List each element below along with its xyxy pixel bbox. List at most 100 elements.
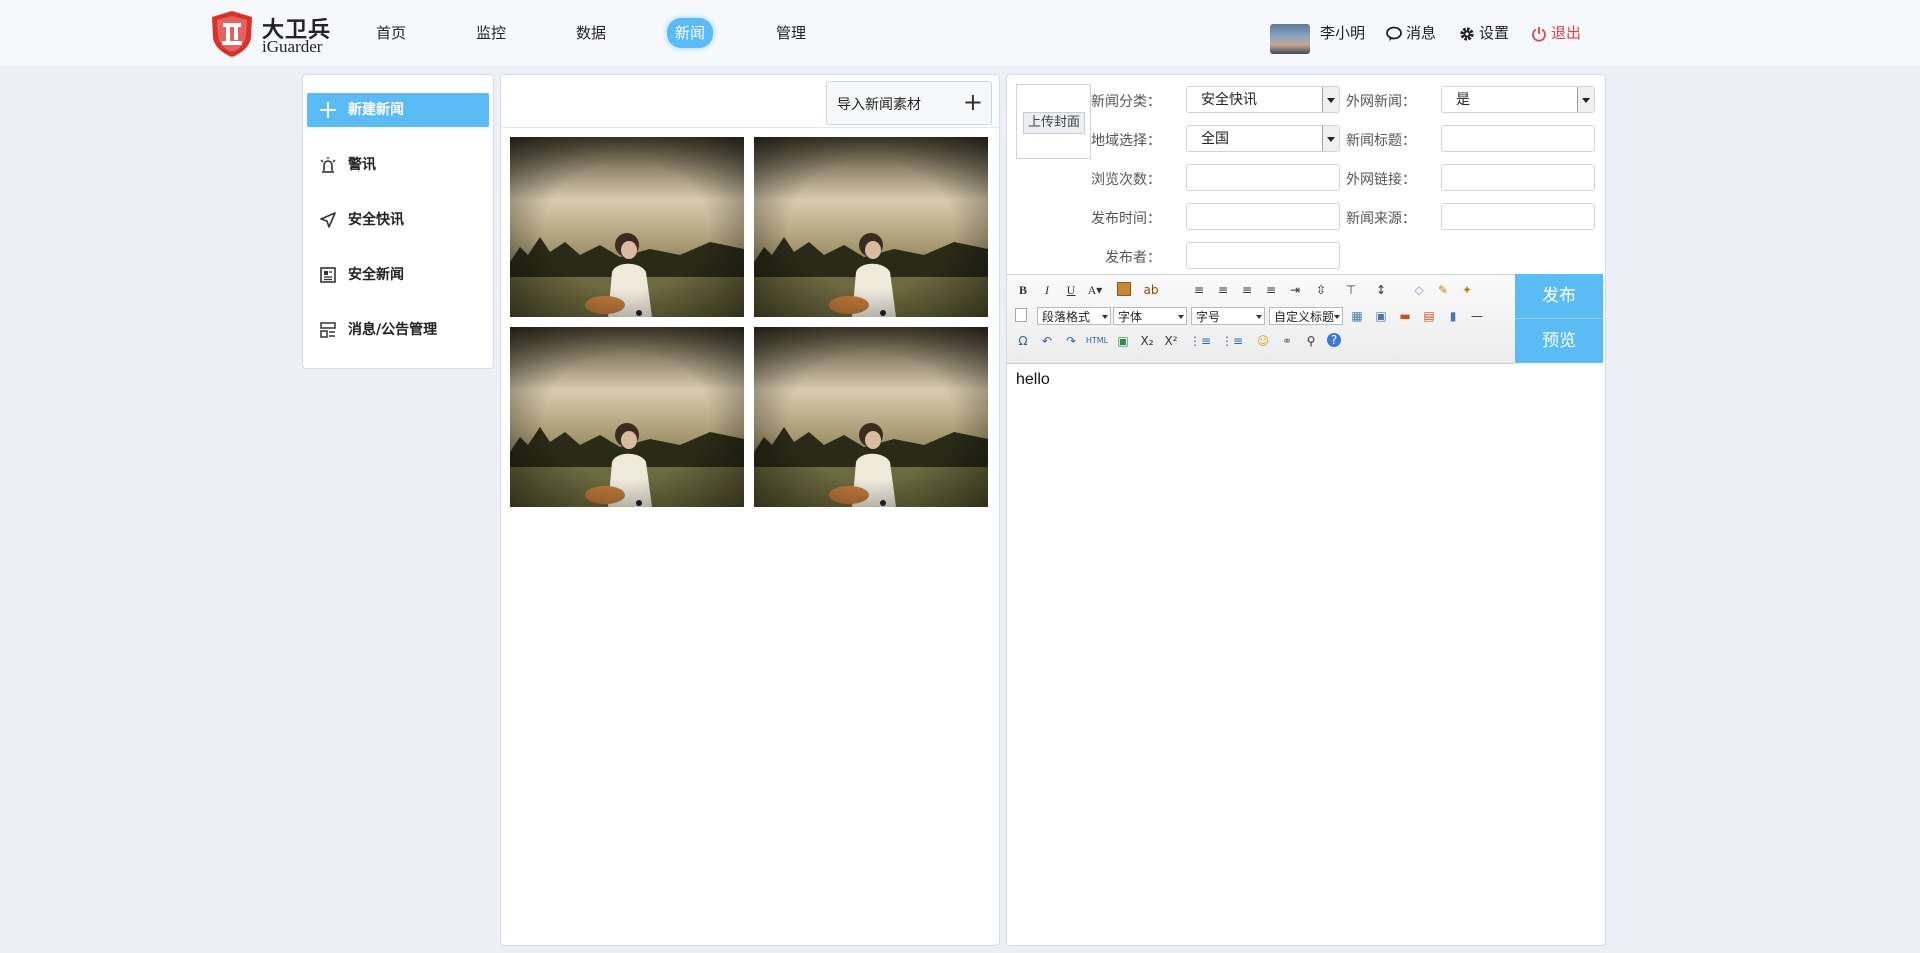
redo-icon[interactable]: ↷ bbox=[1063, 333, 1079, 349]
settings-link[interactable]: 设置 bbox=[1459, 22, 1509, 43]
custom-title-select[interactable]: 自定义标题 bbox=[1269, 307, 1343, 325]
line-height-icon[interactable]: ↕ bbox=[1373, 282, 1389, 298]
top-navigation-bar: 大卫兵 iGuarder 首页 监控 数据 新闻 管理 李小明 消息 设置 退出 bbox=[0, 0, 1920, 66]
publish-button[interactable]: 发布 bbox=[1515, 274, 1603, 319]
chat-bubble-icon bbox=[1386, 26, 1402, 41]
nav-manage[interactable]: 管理 bbox=[776, 20, 806, 46]
vertical-align-icon[interactable]: ⊤ bbox=[1343, 282, 1359, 298]
category-select[interactable]: 安全快讯 bbox=[1186, 86, 1340, 113]
align-right-icon[interactable]: ≡ bbox=[1215, 282, 1231, 298]
import-news-material-button[interactable]: 导入新闻素材 + bbox=[826, 81, 992, 125]
category-value: 安全快讯 bbox=[1201, 92, 1257, 108]
publish-time-input[interactable] bbox=[1186, 203, 1340, 230]
plus-icon: + bbox=[962, 88, 983, 116]
font-family-select[interactable]: 字体 bbox=[1113, 307, 1187, 325]
align-justify-icon[interactable]: ≡ bbox=[1263, 282, 1279, 298]
paragraph-spacing-icon[interactable]: ⇳ bbox=[1313, 282, 1329, 298]
video-icon[interactable]: ▮ bbox=[1445, 308, 1461, 324]
view-count-input[interactable] bbox=[1186, 164, 1340, 191]
siren-icon bbox=[320, 157, 336, 173]
sidebar-item-label: 新建新闻 bbox=[348, 102, 404, 118]
underline-icon[interactable]: U bbox=[1063, 282, 1079, 298]
horizontal-rule-icon[interactable]: — bbox=[1469, 308, 1485, 324]
format-painter-icon[interactable]: ab bbox=[1143, 282, 1159, 298]
sidebar-item-label: 安全快讯 bbox=[348, 212, 404, 228]
insert-file-icon[interactable]: ▣ bbox=[1115, 333, 1131, 349]
sidebar-item-label: 警讯 bbox=[348, 157, 376, 173]
eraser-icon[interactable]: ◇ bbox=[1411, 282, 1427, 298]
sidebar-item-security-news[interactable]: 安全新闻 bbox=[307, 258, 489, 292]
import-button-label: 导入新闻素材 bbox=[837, 97, 921, 113]
publisher-input[interactable] bbox=[1186, 242, 1340, 269]
media-thumbnail[interactable] bbox=[754, 137, 988, 317]
brand-logo[interactable]: 大卫兵 iGuarder bbox=[210, 10, 340, 58]
region-select[interactable]: 全国 bbox=[1186, 125, 1340, 152]
align-center-icon[interactable]: ≡ bbox=[1239, 282, 1255, 298]
media-icon[interactable]: ▤ bbox=[1421, 308, 1437, 324]
magic-wand-icon[interactable]: ✦ bbox=[1459, 282, 1475, 298]
nav-news[interactable]: 新闻 bbox=[667, 18, 714, 48]
category-label: 新闻分类： bbox=[1091, 94, 1161, 110]
external-link-label: 外网链接： bbox=[1346, 172, 1416, 188]
search-replace-icon[interactable]: ⚲ bbox=[1303, 333, 1319, 349]
logout-link[interactable]: 退出 bbox=[1531, 22, 1581, 43]
undo-icon[interactable]: ↶ bbox=[1039, 333, 1055, 349]
special-chars-icon[interactable]: Ω bbox=[1015, 333, 1031, 349]
preview-button[interactable]: 预览 bbox=[1515, 319, 1603, 363]
messages-link[interactable]: 消息 bbox=[1386, 22, 1436, 43]
nav-monitor[interactable]: 监控 bbox=[476, 20, 506, 46]
superscript-icon[interactable]: X² bbox=[1163, 333, 1179, 349]
photo-girl-field-image bbox=[754, 327, 988, 507]
media-thumbnail[interactable] bbox=[510, 137, 744, 317]
html-source-icon[interactable]: HTML bbox=[1085, 333, 1109, 349]
news-source-label: 新闻来源： bbox=[1346, 211, 1416, 227]
news-source-input[interactable] bbox=[1441, 203, 1595, 230]
help-icon[interactable]: ? bbox=[1327, 333, 1341, 347]
sidebar: 新建新闻 警讯 安全快讯 安全新闻 消息/公告管理 bbox=[302, 74, 494, 369]
external-news-select[interactable]: 是 bbox=[1441, 86, 1595, 113]
font-size-select[interactable]: 字号 bbox=[1191, 307, 1265, 325]
media-thumbnail[interactable] bbox=[754, 327, 988, 507]
sidebar-item-alerts[interactable]: 警讯 bbox=[307, 148, 489, 182]
sidebar-item-notice-management[interactable]: 消息/公告管理 bbox=[307, 313, 489, 347]
sidebar-item-quick-news[interactable]: 安全快讯 bbox=[307, 203, 489, 237]
publisher-label: 发布者： bbox=[1105, 250, 1161, 266]
shield-logo-icon bbox=[212, 11, 252, 57]
divider bbox=[501, 127, 999, 128]
user-name[interactable]: 李小明 bbox=[1320, 22, 1365, 43]
media-thumbnail[interactable] bbox=[510, 327, 744, 507]
insert-image-icon[interactable]: ▬ bbox=[1397, 308, 1413, 324]
view-count-label: 浏览次数： bbox=[1091, 172, 1161, 188]
clear-format-icon[interactable]: ✎ bbox=[1435, 282, 1451, 298]
sidebar-item-new-news[interactable]: 新建新闻 bbox=[307, 93, 489, 127]
plus-icon bbox=[320, 102, 336, 118]
paste-icon[interactable] bbox=[1117, 282, 1131, 296]
bold-icon[interactable]: B bbox=[1015, 282, 1031, 298]
external-link-input[interactable] bbox=[1441, 164, 1595, 191]
photo-girl-field-image bbox=[510, 327, 744, 507]
ordered-list-icon[interactable]: ⋮≡ bbox=[1189, 333, 1211, 349]
editor-content[interactable]: hello bbox=[1016, 371, 1050, 389]
italic-icon[interactable]: I bbox=[1039, 282, 1055, 298]
font-color-icon[interactable]: A▾ bbox=[1087, 282, 1103, 298]
align-left-icon[interactable]: ≡ bbox=[1191, 282, 1207, 298]
news-title-label: 新闻标题： bbox=[1346, 133, 1416, 149]
image-icon[interactable]: ▣ bbox=[1373, 308, 1389, 324]
avatar[interactable] bbox=[1270, 24, 1310, 54]
table-icon[interactable]: ▦ bbox=[1349, 308, 1365, 324]
publish-time-label: 发布时间： bbox=[1091, 211, 1161, 227]
indent-icon[interactable]: ⇥ bbox=[1287, 282, 1303, 298]
nav-home[interactable]: 首页 bbox=[376, 20, 406, 46]
news-title-input[interactable] bbox=[1441, 125, 1595, 152]
document-icon[interactable] bbox=[1015, 308, 1027, 322]
nav-data[interactable]: 数据 bbox=[576, 20, 606, 46]
settings-label: 设置 bbox=[1479, 24, 1510, 42]
link-icon[interactable]: ⚭ bbox=[1279, 333, 1295, 349]
logout-label: 退出 bbox=[1551, 24, 1582, 42]
subscript-icon[interactable]: X₂ bbox=[1139, 333, 1155, 349]
emoji-icon[interactable]: ☺ bbox=[1255, 333, 1271, 349]
photo-girl-field-image bbox=[754, 137, 988, 317]
unordered-list-icon[interactable]: ⋮≡ bbox=[1221, 333, 1243, 349]
region-value: 全国 bbox=[1201, 131, 1229, 147]
paragraph-format-select[interactable]: 段落格式 bbox=[1037, 307, 1111, 325]
